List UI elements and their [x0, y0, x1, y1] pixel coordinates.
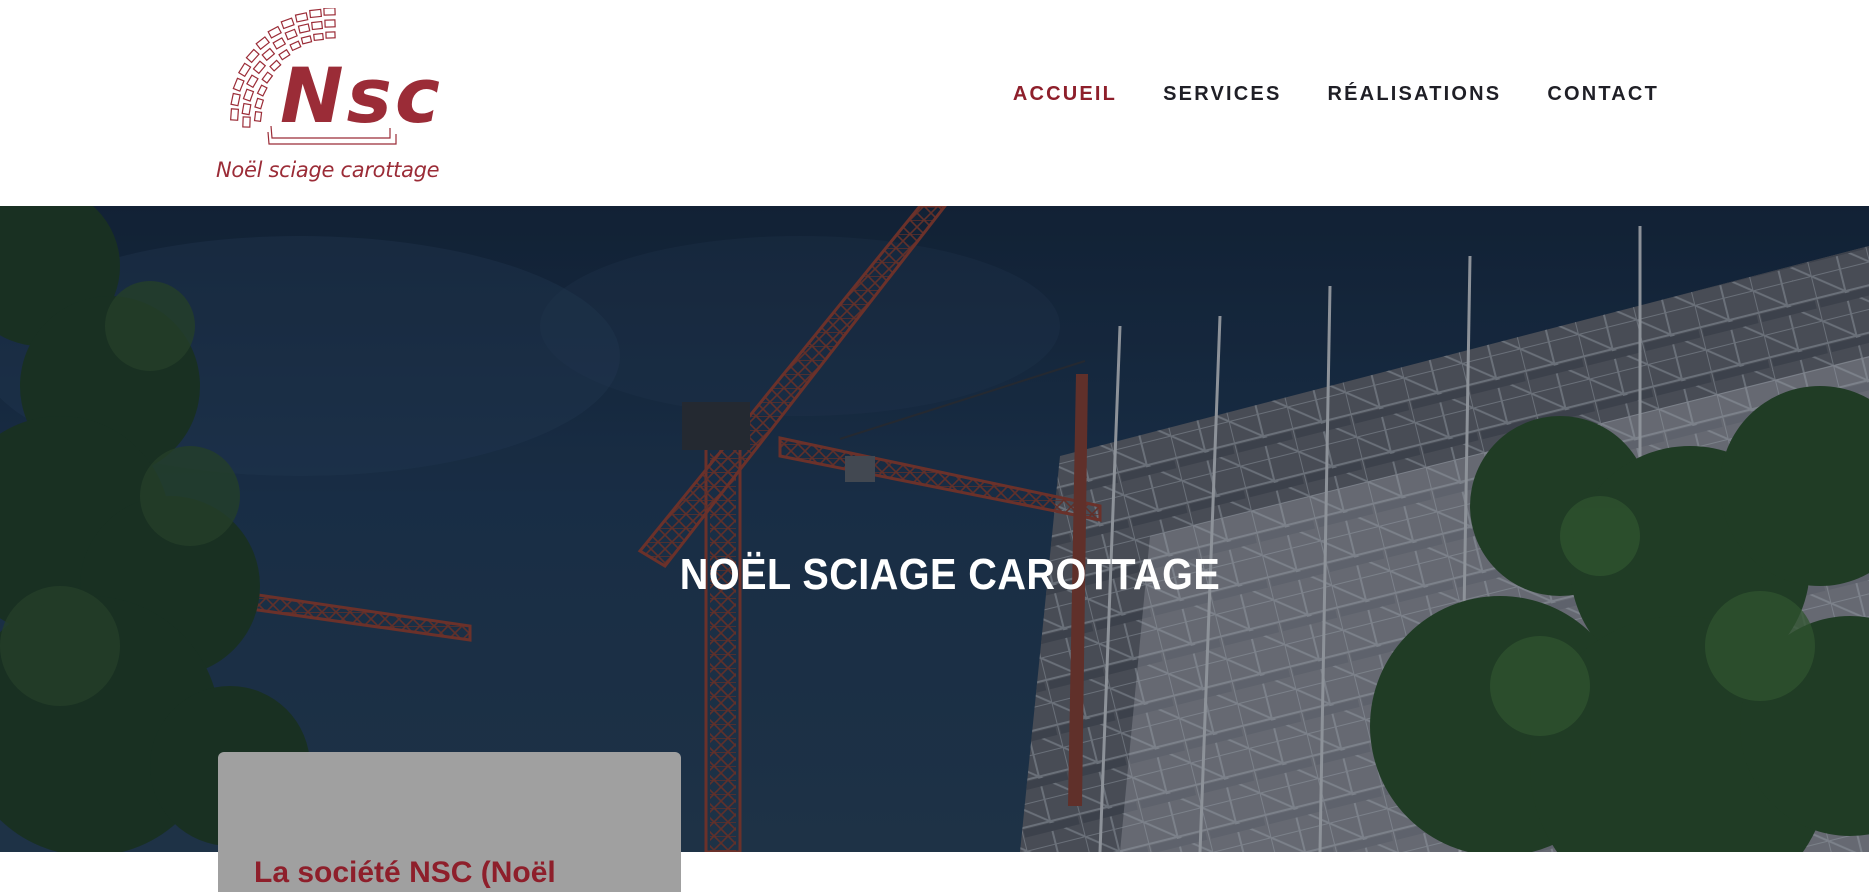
logo-tagline: Noël sciage carottage: [216, 158, 440, 182]
site-header: Nsc Noël sciage carottage ACCUEIL SERVIC…: [0, 0, 1869, 206]
nav-item-services[interactable]: SERVICES: [1163, 80, 1281, 108]
nav-item-accueil[interactable]: ACCUEIL: [1013, 80, 1117, 108]
hero-title: NOËL SCIAGE CAROTTAGE: [679, 550, 1221, 599]
nav-item-realisations[interactable]: RÉALISATIONS: [1328, 80, 1502, 108]
nav-item-contact[interactable]: CONTACT: [1547, 80, 1659, 108]
site-logo[interactable]: Nsc Noël sciage carottage: [214, 8, 440, 184]
logo-wordmark: Nsc: [280, 51, 443, 140]
about-card-title: La société NSC (Noël: [254, 856, 556, 889]
main-nav: ACCUEIL SERVICES RÉALISATIONS CONTACT: [1013, 80, 1659, 108]
about-card: La société NSC (Noël: [218, 752, 681, 892]
